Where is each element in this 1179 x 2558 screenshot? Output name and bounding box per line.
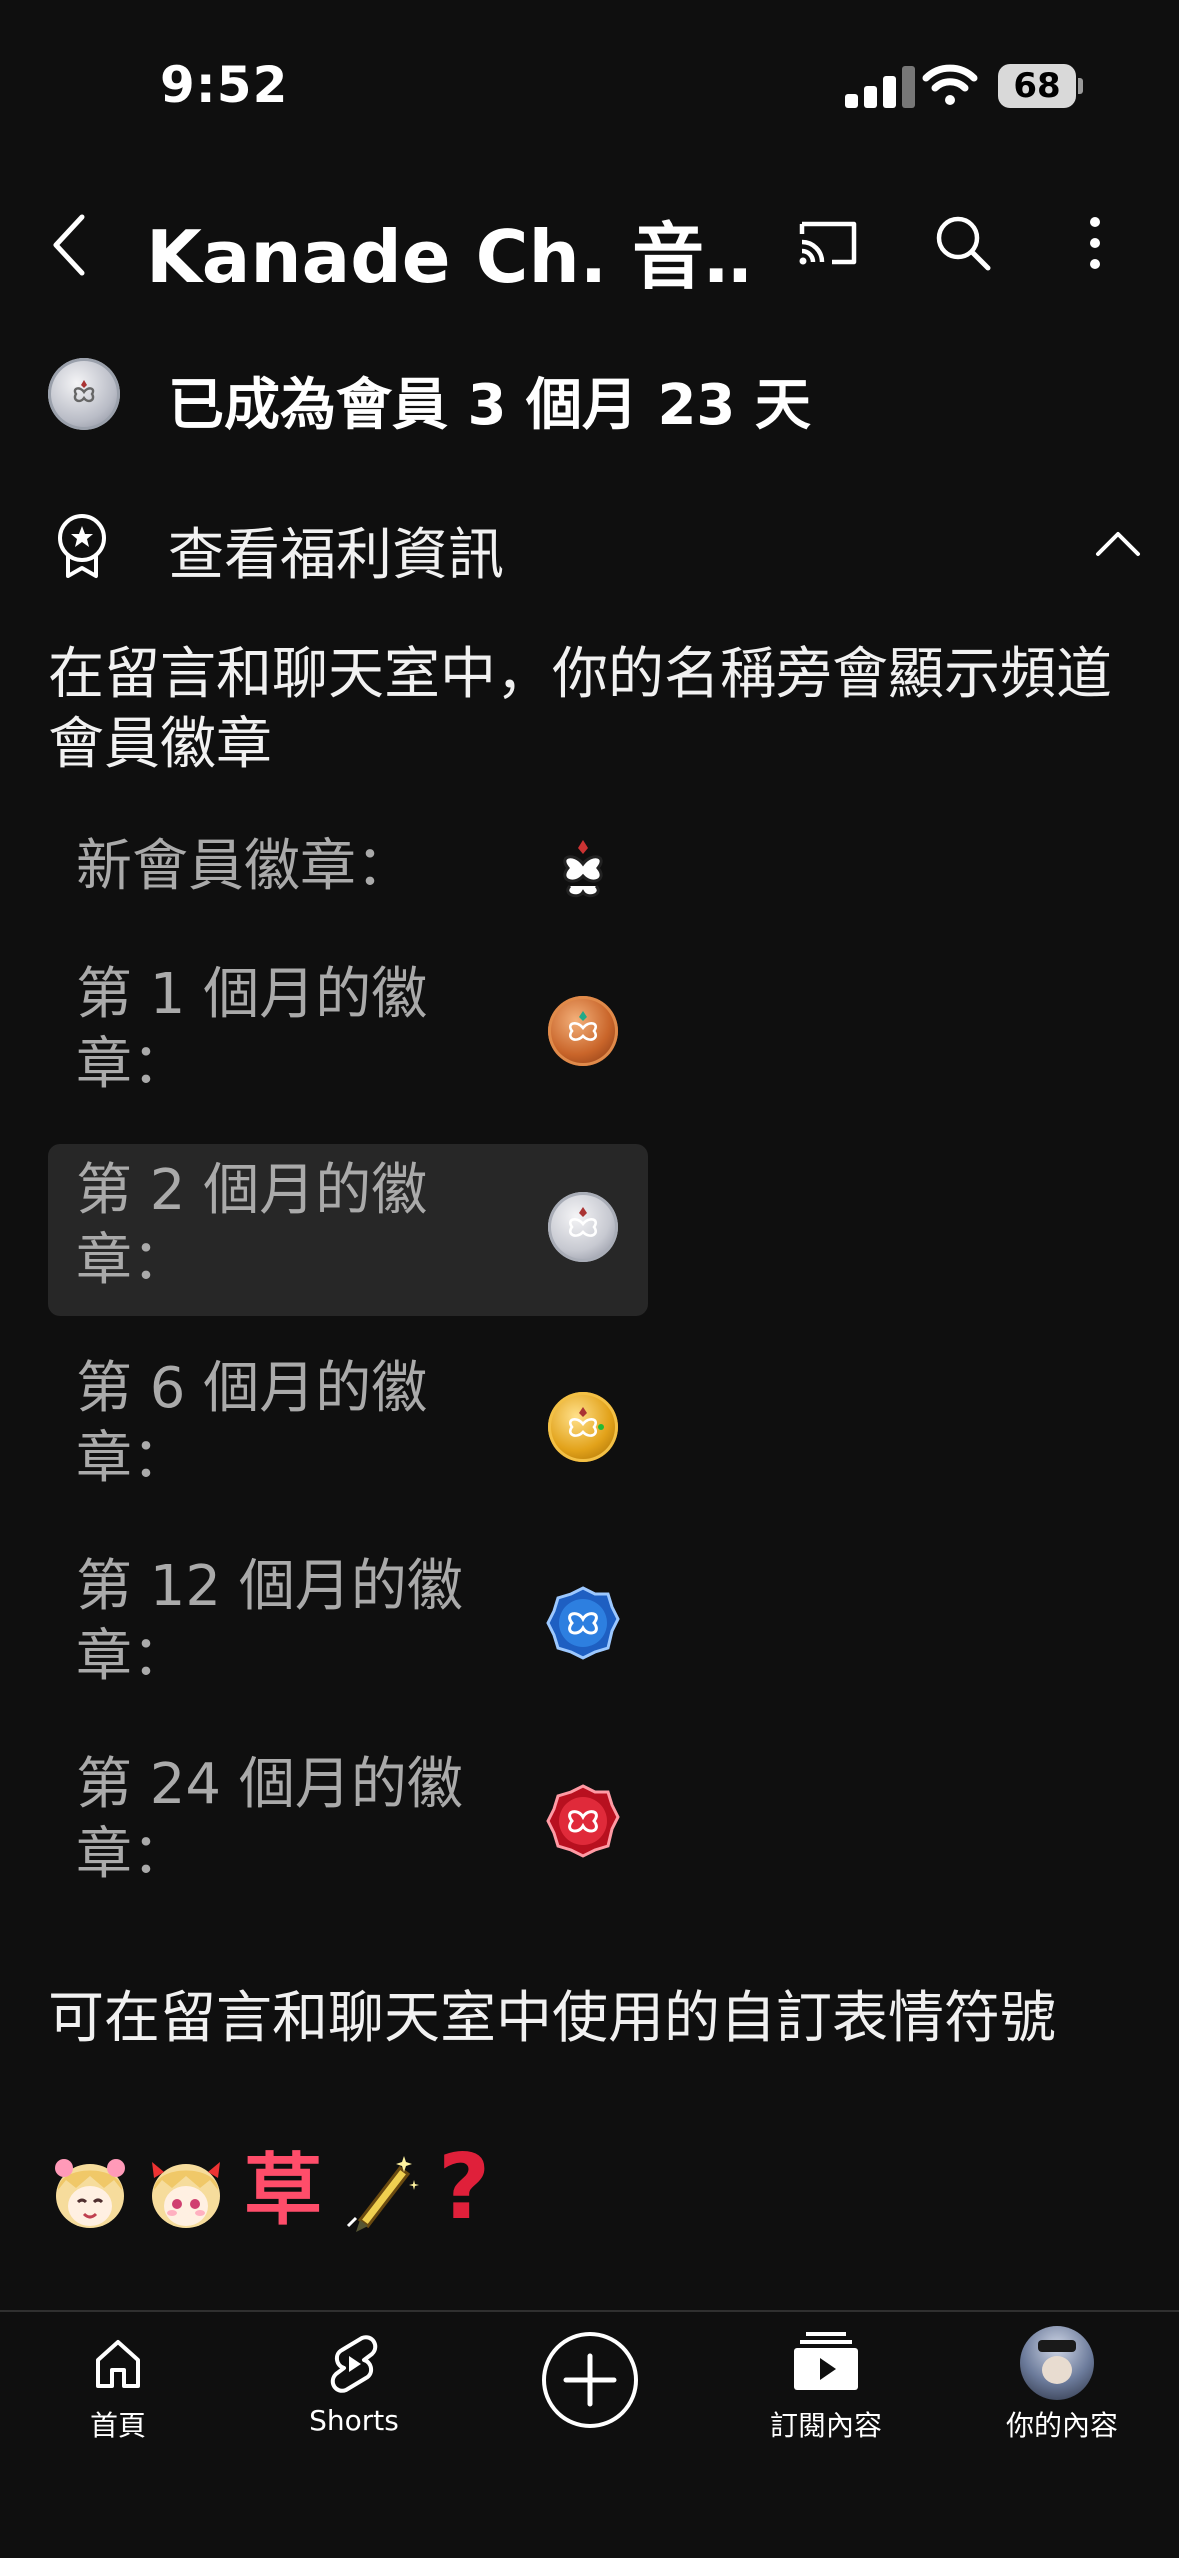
- badge-row-label: 第 2 個月的徽章：: [76, 1158, 428, 1293]
- back-arrow-icon[interactable]: [40, 205, 100, 285]
- search-icon[interactable]: [930, 210, 996, 276]
- chevron-up-icon: [1096, 532, 1140, 556]
- cast-icon[interactable]: [796, 210, 862, 276]
- perks-toggle-label: 查看福利資訊: [168, 523, 504, 588]
- badge-emblem-icon: [569, 1011, 597, 1041]
- page-title: Kanade Ch. 音…: [146, 215, 746, 299]
- badge-row-label: 第 12 個月的徽章：: [76, 1554, 463, 1689]
- month-12-badge-icon: [546, 1586, 620, 1660]
- avatar: [1020, 2326, 1094, 2400]
- battery-tip: [1078, 78, 1083, 94]
- badge-emblem-icon: [569, 1407, 604, 1437]
- status-time: 9:52: [160, 56, 289, 114]
- membership-duration: 已成為會員 3 個月 23 天: [168, 373, 811, 438]
- nav-shorts-label: Shorts: [309, 2404, 399, 2437]
- badge-emblem-icon: [73, 380, 95, 403]
- badge-row: 第 24 個月的徽章：: [0, 1748, 700, 1898]
- nav-your-content-label: 你的內容: [1005, 2409, 1118, 2442]
- question-mark-emoji: ?: [438, 2135, 491, 2240]
- award-ribbon-icon: [58, 514, 106, 578]
- badge-row: 第 1 個月的徽章：: [0, 958, 700, 1108]
- more-options-icon[interactable]: [1072, 210, 1118, 276]
- new-member-badge-icon: [563, 840, 603, 898]
- badge-row: 第 6 個月的徽章：: [0, 1352, 700, 1502]
- badge-row-label: 第 24 個月的徽章：: [76, 1752, 463, 1887]
- create-icon: [542, 2332, 638, 2428]
- month-24-badge-icon: [546, 1784, 620, 1858]
- badge-row-label: 新會員徽章：: [76, 834, 412, 899]
- subscriptions-icon: [794, 2332, 858, 2390]
- pen-sparkle-emoji-icon: [346, 2156, 419, 2232]
- shorts-icon: [330, 2335, 378, 2393]
- badge-row-label: 第 6 個月的徽章：: [76, 1356, 428, 1491]
- perks-toggle[interactable]: 查看福利資訊: [30, 490, 1160, 600]
- badge-row-label: 第 1 個月的徽章：: [76, 962, 428, 1097]
- badge-row: 第 2 個月的徽章：: [0, 1154, 700, 1304]
- home-icon: [96, 2340, 140, 2388]
- bottom-navigation: 首頁 Shorts 訂閱內容 你的內容: [0, 2310, 1179, 2558]
- nav-home-label: 首頁: [89, 2409, 146, 2442]
- nav-subscriptions-label: 訂閱內容: [769, 2409, 882, 2442]
- battery-indicator: 68: [998, 64, 1076, 108]
- wifi-icon: [922, 64, 978, 105]
- chibi-girl-blush-emoji-icon: [152, 2162, 220, 2228]
- badge-emblem-icon: [569, 1207, 597, 1237]
- cellular-signal-icon: [845, 66, 917, 108]
- badge-description: 在留言和聊天室中，你的名稱旁會顯示頻道會員徽章: [48, 642, 1112, 777]
- badge-row: 新會員徽章：: [0, 822, 700, 922]
- badge-row: 第 12 個月的徽章：: [0, 1550, 700, 1700]
- grass-emoji: 草: [244, 2146, 323, 2236]
- chibi-girl-smile-emoji-icon: [55, 2159, 125, 2228]
- custom-emoji-title: 可在留言和聊天室中使用的自訂表情符號: [48, 1986, 1056, 2051]
